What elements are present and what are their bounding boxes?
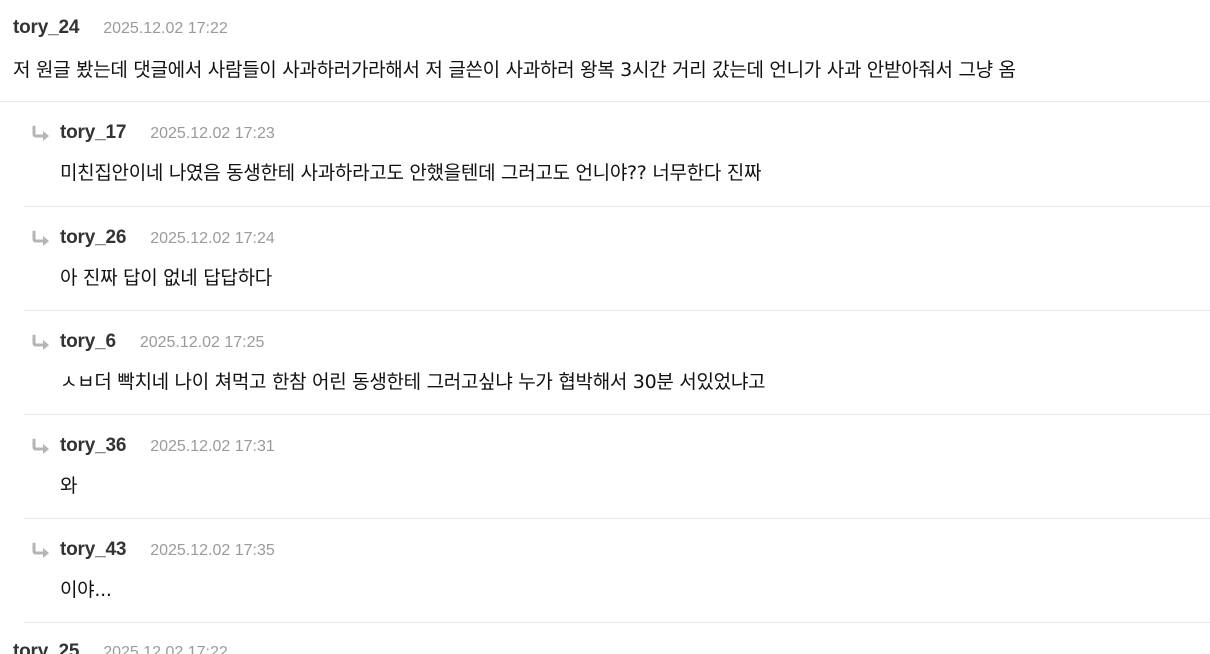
- comment-date: 2025.12.02 17:22: [103, 20, 228, 37]
- reply-arrow-icon: [32, 230, 49, 246]
- reply-arrow-icon: [32, 334, 49, 350]
- comment-author[interactable]: tory_17: [60, 122, 126, 144]
- comment-thread: tory_24 2025.12.02 17:22 저 원글 봤는데 댓글에서 사…: [0, 0, 1210, 654]
- reply-arrow-icon: [32, 125, 49, 141]
- comment-meta: tory_36 2025.12.02 17:31: [32, 435, 1210, 461]
- comment-meta: tory_17 2025.12.02 17:23: [32, 122, 1210, 148]
- comment-meta: tory_43 2025.12.02 17:35: [32, 539, 1210, 565]
- reply-arrow-icon: [32, 542, 49, 558]
- comment-meta: tory_24 2025.12.02 17:22: [13, 17, 1210, 43]
- reply-item: tory_36 2025.12.02 17:31 와: [24, 415, 1210, 519]
- comment-text: ㅅㅂ더 빡치네 나이 쳐먹고 한참 어린 동생한테 그러고싶냐 누가 협박해서 …: [60, 371, 766, 393]
- comment-text: 저 원글 봤는데 댓글에서 사람들이 사과하러가라해서 저 글쓴이 사과하러 왕…: [13, 59, 1016, 81]
- reply-item: tory_6 2025.12.02 17:25 ㅅㅂ더 빡치네 나이 쳐먹고 한…: [24, 311, 1210, 415]
- comment-date: 2025.12.02 17:23: [150, 125, 275, 142]
- comment-meta: tory_6 2025.12.02 17:25: [32, 331, 1210, 357]
- comment-date: 2025.12.02 17:22: [103, 644, 228, 654]
- reply-item: tory_26 2025.12.02 17:24 아 진짜 답이 없네 답답하다: [24, 207, 1210, 311]
- comment-item: tory_24 2025.12.02 17:22 저 원글 봤는데 댓글에서 사…: [0, 0, 1210, 102]
- comment-date: 2025.12.02 17:25: [139, 334, 265, 351]
- comment-meta: tory_25 2025.12.02 17:22: [13, 641, 1210, 654]
- comment-date: 2025.12.02 17:31: [150, 438, 275, 455]
- comment-author[interactable]: tory_26: [60, 227, 126, 249]
- comment-meta: tory_26 2025.12.02 17:24: [32, 227, 1210, 253]
- comment-text: 이야...: [60, 579, 112, 601]
- reply-item: tory_43 2025.12.02 17:35 이야...: [24, 519, 1210, 623]
- comment-date: 2025.12.02 17:24: [150, 230, 275, 247]
- comment-item: tory_25 2025.12.02 17:22: [0, 623, 1210, 654]
- reply-item: tory_17 2025.12.02 17:23 미친집안이네 나였음 동생한테…: [24, 102, 1210, 207]
- comment-text: 미친집안이네 나였음 동생한테 사과하라고도 안했을텐데 그러고도 언니야?? …: [60, 162, 762, 184]
- comment-text: 아 진짜 답이 없네 답답하다: [60, 267, 272, 289]
- comment-text: 와: [60, 475, 78, 497]
- comment-author[interactable]: tory_6: [60, 331, 116, 353]
- comment-author[interactable]: tory_24: [13, 17, 79, 39]
- comment-author[interactable]: tory_36: [60, 435, 126, 457]
- reply-arrow-icon: [32, 438, 49, 454]
- comment-author[interactable]: tory_43: [60, 539, 126, 561]
- comment-author[interactable]: tory_25: [13, 641, 79, 654]
- comment-date: 2025.12.02 17:35: [150, 542, 275, 559]
